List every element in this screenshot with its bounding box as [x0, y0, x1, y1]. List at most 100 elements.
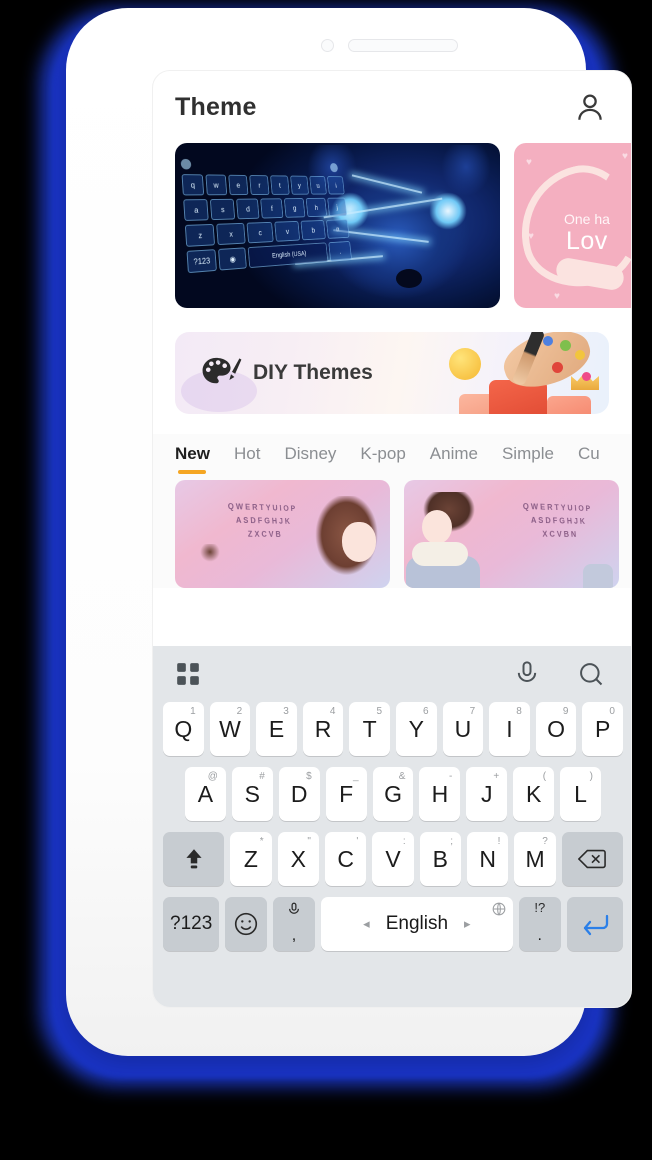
prev-language-arrow[interactable]: ◂: [363, 916, 370, 932]
key-n[interactable]: ! N: [467, 832, 509, 886]
key-m[interactable]: ? M: [514, 832, 556, 886]
key-sup: :: [402, 836, 406, 847]
key-a[interactable]: @ A: [185, 767, 226, 821]
key-sup: $: [306, 771, 312, 782]
wolf-key: f: [260, 198, 284, 219]
tab-new[interactable]: New: [175, 444, 210, 474]
key-v[interactable]: :V: [372, 832, 414, 886]
wolf-toolbar-icon: [329, 163, 339, 173]
search-icon[interactable]: [577, 660, 605, 688]
numeric-mode-key[interactable]: ?123: [163, 897, 220, 951]
key-k[interactable]: (K: [513, 767, 555, 821]
key-sup: ': [356, 836, 359, 847]
space-label-group: ◂ English ▸: [363, 913, 470, 935]
wolf-nose: [396, 269, 422, 288]
key-g[interactable]: & G: [372, 767, 414, 821]
key-c[interactable]: ' C: [324, 832, 367, 886]
toolbar-right-actions: [513, 660, 605, 688]
key-d[interactable]: $ D: [278, 767, 320, 821]
key-label: Z: [243, 845, 258, 872]
key-label: Y: [408, 715, 424, 742]
keyboard-row-3: * Z " X ' C :V ; B ! N ? M: [159, 832, 627, 886]
palette-dot: [582, 372, 591, 381]
key-h[interactable]: -H: [419, 767, 461, 821]
featured-card-blue-wolf[interactable]: q w e r t y u i a s d f g h j z x c v b …: [175, 143, 500, 308]
front-camera: [321, 39, 334, 52]
person-icon[interactable]: [573, 90, 607, 124]
tab-disney[interactable]: Disney: [284, 444, 336, 474]
key-label: B: [432, 845, 449, 872]
key-t[interactable]: 5T: [349, 702, 390, 756]
wolf-space-key: English (USA): [247, 242, 329, 269]
key-o[interactable]: 9O: [535, 702, 577, 756]
space-language-label: English: [385, 913, 449, 934]
comma-key[interactable]: ,: [273, 897, 315, 951]
diy-banner-artwork: [419, 332, 609, 414]
key-u[interactable]: 7U: [442, 702, 484, 756]
key-sup: -: [449, 771, 453, 782]
key-label: I: [506, 715, 513, 742]
diy-themes-banner[interactable]: DIY Themes: [175, 332, 609, 414]
theme-card-sakura-boy[interactable]: Q W E R T Y U I O P A S D F G H J K X C …: [404, 480, 619, 588]
palette-dot: [575, 350, 585, 360]
key-x[interactable]: " X: [277, 832, 319, 886]
wolf-key: z: [184, 223, 216, 247]
key-label: F: [339, 780, 354, 807]
tab-simple[interactable]: Simple: [502, 444, 554, 474]
spacebar[interactable]: ◂ English ▸: [320, 897, 513, 951]
key-z[interactable]: * Z: [230, 832, 272, 886]
key-p[interactable]: 0P: [582, 702, 623, 756]
preview-keys: X C V B N: [542, 529, 577, 539]
key-i[interactable]: 8I: [489, 702, 530, 756]
wolf-key: h: [305, 197, 327, 218]
key-f[interactable]: _ F: [325, 767, 367, 821]
wolf-kb-row-4: ?123 ◉ English (USA) .: [185, 240, 352, 274]
virtual-keyboard: 1Q 2W 3E 4R 5T 6Y 7U 8I 9O 0P @ A # S $ D _…: [153, 646, 631, 1007]
key-sup: &: [398, 771, 406, 782]
wolf-key: s: [210, 198, 236, 221]
key-j[interactable]: + J: [466, 767, 508, 821]
palette-dot: [552, 362, 563, 373]
wolf-key: y: [289, 175, 309, 195]
emoji-key[interactable]: [225, 897, 268, 951]
key-sup: _: [353, 771, 359, 782]
next-language-arrow[interactable]: ▸: [464, 916, 471, 932]
featured-card-one-hand-love[interactable]: ♥ ♥ ♥ ♥ One ha Lov: [514, 143, 631, 308]
key-sup: 0: [609, 706, 615, 717]
wolf-key: w: [205, 174, 227, 196]
key-w[interactable]: 2W: [209, 702, 251, 756]
boy-scarf: [412, 542, 468, 566]
microphone-icon[interactable]: [513, 660, 541, 688]
backspace-key[interactable]: [561, 832, 623, 886]
tab-hot[interactable]: Hot: [234, 444, 260, 474]
tab-custom[interactable]: Cu: [578, 444, 600, 474]
tab-kpop[interactable]: K-pop: [360, 444, 405, 474]
theme-card-sakura-girl[interactable]: Q W E R T Y U I O P A S D F G H J K Z X …: [175, 480, 390, 588]
key-sup: @: [207, 771, 218, 782]
key-b[interactable]: ; B: [419, 832, 462, 886]
wolf-key: n: [325, 219, 350, 239]
key-e[interactable]: 3E: [256, 702, 297, 756]
key-y[interactable]: 6Y: [396, 702, 437, 756]
key-q[interactable]: 1Q: [163, 702, 204, 756]
wolf-key: j: [326, 197, 348, 217]
enter-key[interactable]: [566, 897, 623, 951]
key-l[interactable]: ) L: [560, 767, 602, 821]
girl-face: [342, 522, 376, 562]
key-sup: 7: [469, 706, 476, 717]
period-key[interactable]: !? .: [518, 897, 561, 951]
key-label: V: [385, 845, 401, 872]
key-r[interactable]: 4R: [302, 702, 344, 756]
screenshot-stage: Theme q w e r t y u i a s d f g h j z x …: [0, 0, 652, 1160]
grid-icon[interactable]: [175, 661, 201, 687]
key-s[interactable]: # S: [231, 767, 273, 821]
key-label: D: [290, 780, 308, 807]
key-label: O: [547, 715, 566, 742]
app-header: Theme: [153, 71, 631, 143]
wolf-key: x: [216, 222, 246, 246]
key-sup: 4: [329, 706, 336, 717]
key-label: X: [290, 845, 306, 872]
category-tabs[interactable]: New Hot Disney K-pop Anime Simple Cu: [153, 444, 631, 474]
shift-key[interactable]: [163, 832, 225, 886]
tab-anime[interactable]: Anime: [430, 444, 478, 474]
